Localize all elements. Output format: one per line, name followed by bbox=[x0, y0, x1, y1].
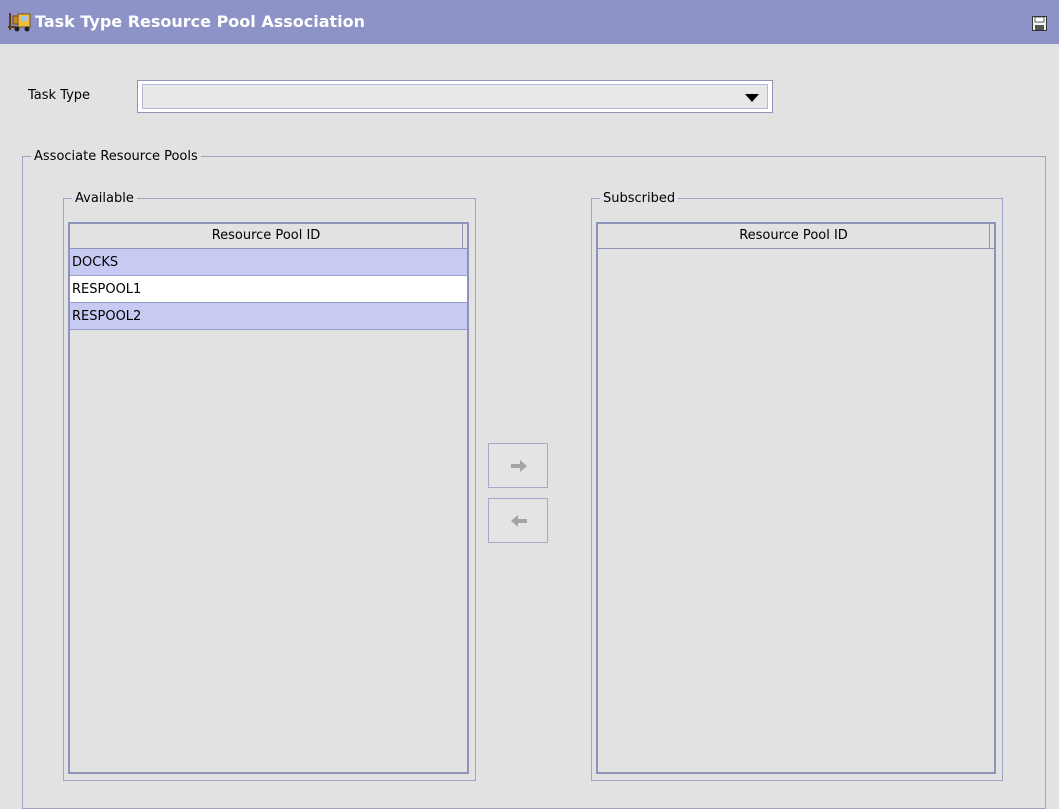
associate-legend: Associate Resource Pools bbox=[34, 149, 198, 164]
forklift-icon bbox=[8, 11, 32, 33]
available-table-header: Resource Pool ID bbox=[70, 224, 467, 249]
table-row[interactable]: DOCKS bbox=[70, 249, 467, 276]
dropdown-arrow-icon[interactable] bbox=[745, 92, 759, 102]
subscribed-table[interactable]: Resource Pool ID bbox=[596, 222, 996, 774]
available-legend: Available bbox=[75, 191, 134, 206]
subscribed-legend: Subscribed bbox=[603, 191, 676, 206]
arrow-left-icon bbox=[511, 515, 527, 527]
title-bar: Task Type Resource Pool Association bbox=[0, 0, 1059, 44]
subscribed-column-header[interactable]: Resource Pool ID bbox=[598, 224, 990, 248]
page-title: Task Type Resource Pool Association bbox=[35, 12, 366, 31]
resource-pool-id-cell: RESPOOL1 bbox=[72, 282, 142, 297]
move-right-button[interactable] bbox=[488, 443, 548, 488]
table-row[interactable]: RESPOOL2 bbox=[70, 303, 467, 330]
table-row[interactable]: RESPOOL1 bbox=[70, 276, 467, 303]
available-column-header[interactable]: Resource Pool ID bbox=[70, 224, 463, 248]
arrow-right-icon bbox=[511, 460, 527, 472]
available-table[interactable]: Resource Pool ID DOCKS RESPOOL1 RESPOOL2 bbox=[68, 222, 469, 774]
subscribed-table-header: Resource Pool ID bbox=[598, 224, 994, 249]
resource-pool-id-cell: DOCKS bbox=[72, 255, 119, 270]
task-type-dropdown[interactable] bbox=[137, 80, 773, 113]
available-table-body: DOCKS RESPOOL1 RESPOOL2 bbox=[70, 249, 467, 330]
move-left-button[interactable] bbox=[488, 498, 548, 543]
save-icon[interactable] bbox=[1032, 16, 1047, 31]
resource-pool-id-cell: RESPOOL2 bbox=[72, 309, 142, 324]
task-type-field[interactable] bbox=[142, 84, 768, 109]
task-type-label: Task Type bbox=[28, 88, 91, 103]
